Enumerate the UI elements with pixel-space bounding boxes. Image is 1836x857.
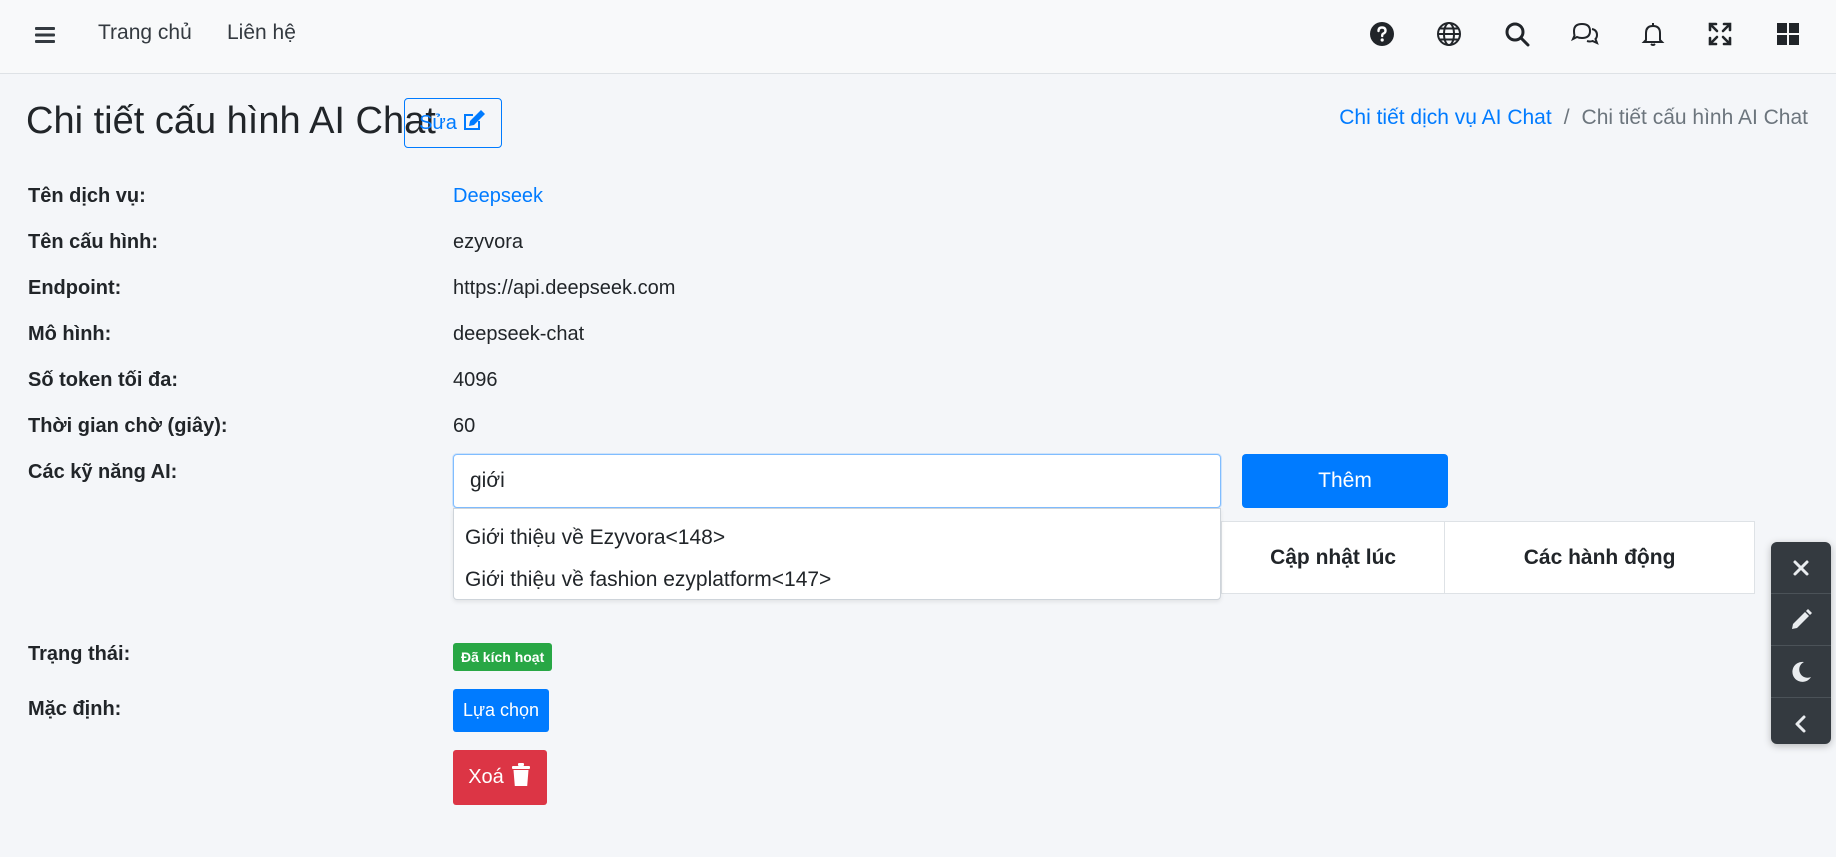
ai-skills-label: Các kỹ năng AI:: [28, 461, 178, 483]
timeout-value: 60: [453, 415, 476, 437]
endpoint-label: Endpoint:: [28, 277, 122, 299]
service-name-value[interactable]: Deepseek: [453, 185, 543, 208]
breadcrumb: Chi tiết dịch vụ AI Chat / Chi tiết cấu …: [1339, 106, 1808, 130]
nav-link-home[interactable]: Trang chủ: [98, 21, 192, 45]
pencil-icon[interactable]: [1771, 594, 1831, 646]
question-circle-icon[interactable]: [1367, 19, 1397, 49]
trash-icon: [510, 762, 532, 793]
edit-button-label: Sửa: [419, 111, 457, 134]
moon-icon[interactable]: [1771, 646, 1831, 698]
breadcrumb-current: Chi tiết cấu hình AI Chat: [1581, 106, 1808, 129]
config-name-label: Tên cấu hình:: [28, 231, 158, 253]
breadcrumb-parent[interactable]: Chi tiết dịch vụ AI Chat: [1339, 106, 1551, 130]
menu-icon[interactable]: [30, 20, 60, 50]
suggestion-option[interactable]: Giới thiệu về fashion ezyplatform<147>: [454, 559, 1220, 601]
column-actions: Các hành động: [1523, 545, 1676, 569]
skill-suggestions-dropdown: Giới thiệu về Ezyvora<148> Giới thiệu về…: [453, 508, 1221, 600]
chevron-left-icon[interactable]: [1771, 698, 1831, 750]
add-skill-button[interactable]: Thêm: [1242, 454, 1448, 508]
skills-table-header: Cập nhật lúc Các hành động: [1221, 521, 1755, 594]
grid-icon[interactable]: [1773, 19, 1803, 49]
config-name-value: ezyvora: [453, 231, 524, 253]
delete-button[interactable]: Xoá: [453, 750, 547, 805]
expand-icon[interactable]: [1705, 19, 1735, 49]
page-title: Chi tiết cấu hình AI Chat: [26, 100, 436, 142]
default-label: Mặc định:: [28, 698, 122, 720]
column-updated-at: Cập nhật lúc: [1222, 522, 1446, 593]
breadcrumb-separator: /: [1563, 106, 1570, 129]
status-badge: Đã kích hoạt: [453, 643, 553, 671]
suggestion-option[interactable]: Giới thiệu về Ezyvora<148>: [454, 517, 1220, 559]
max-tokens-label: Số token tối đa:: [28, 369, 178, 391]
nav-link-contact[interactable]: Liên hệ: [227, 21, 296, 45]
comments-icon[interactable]: [1570, 19, 1600, 49]
model-label: Mô hình:: [28, 323, 112, 345]
endpoint-value: https://api.deepseek.com: [453, 277, 676, 299]
delete-button-label: Xoá: [468, 766, 504, 788]
select-default-button[interactable]: Lựa chọn: [453, 689, 549, 732]
skill-search-input[interactable]: [453, 454, 1221, 508]
edit-button[interactable]: Sửa: [404, 98, 502, 148]
close-icon[interactable]: [1771, 542, 1831, 594]
model-value: deepseek-chat: [453, 323, 585, 345]
edit-icon: [461, 108, 487, 138]
globe-icon[interactable]: [1434, 19, 1464, 49]
max-tokens-value: 4096: [453, 369, 498, 391]
search-icon[interactable]: [1502, 19, 1532, 49]
status-label: Trạng thái:: [28, 643, 131, 665]
service-name-label: Tên dịch vụ:: [28, 185, 146, 207]
floating-tool-panel: [1771, 542, 1831, 744]
top-navbar: Trang chủ Liên hệ: [0, 0, 1836, 74]
timeout-label: Thời gian chờ (giây):: [28, 415, 228, 437]
bell-icon[interactable]: [1638, 19, 1668, 49]
